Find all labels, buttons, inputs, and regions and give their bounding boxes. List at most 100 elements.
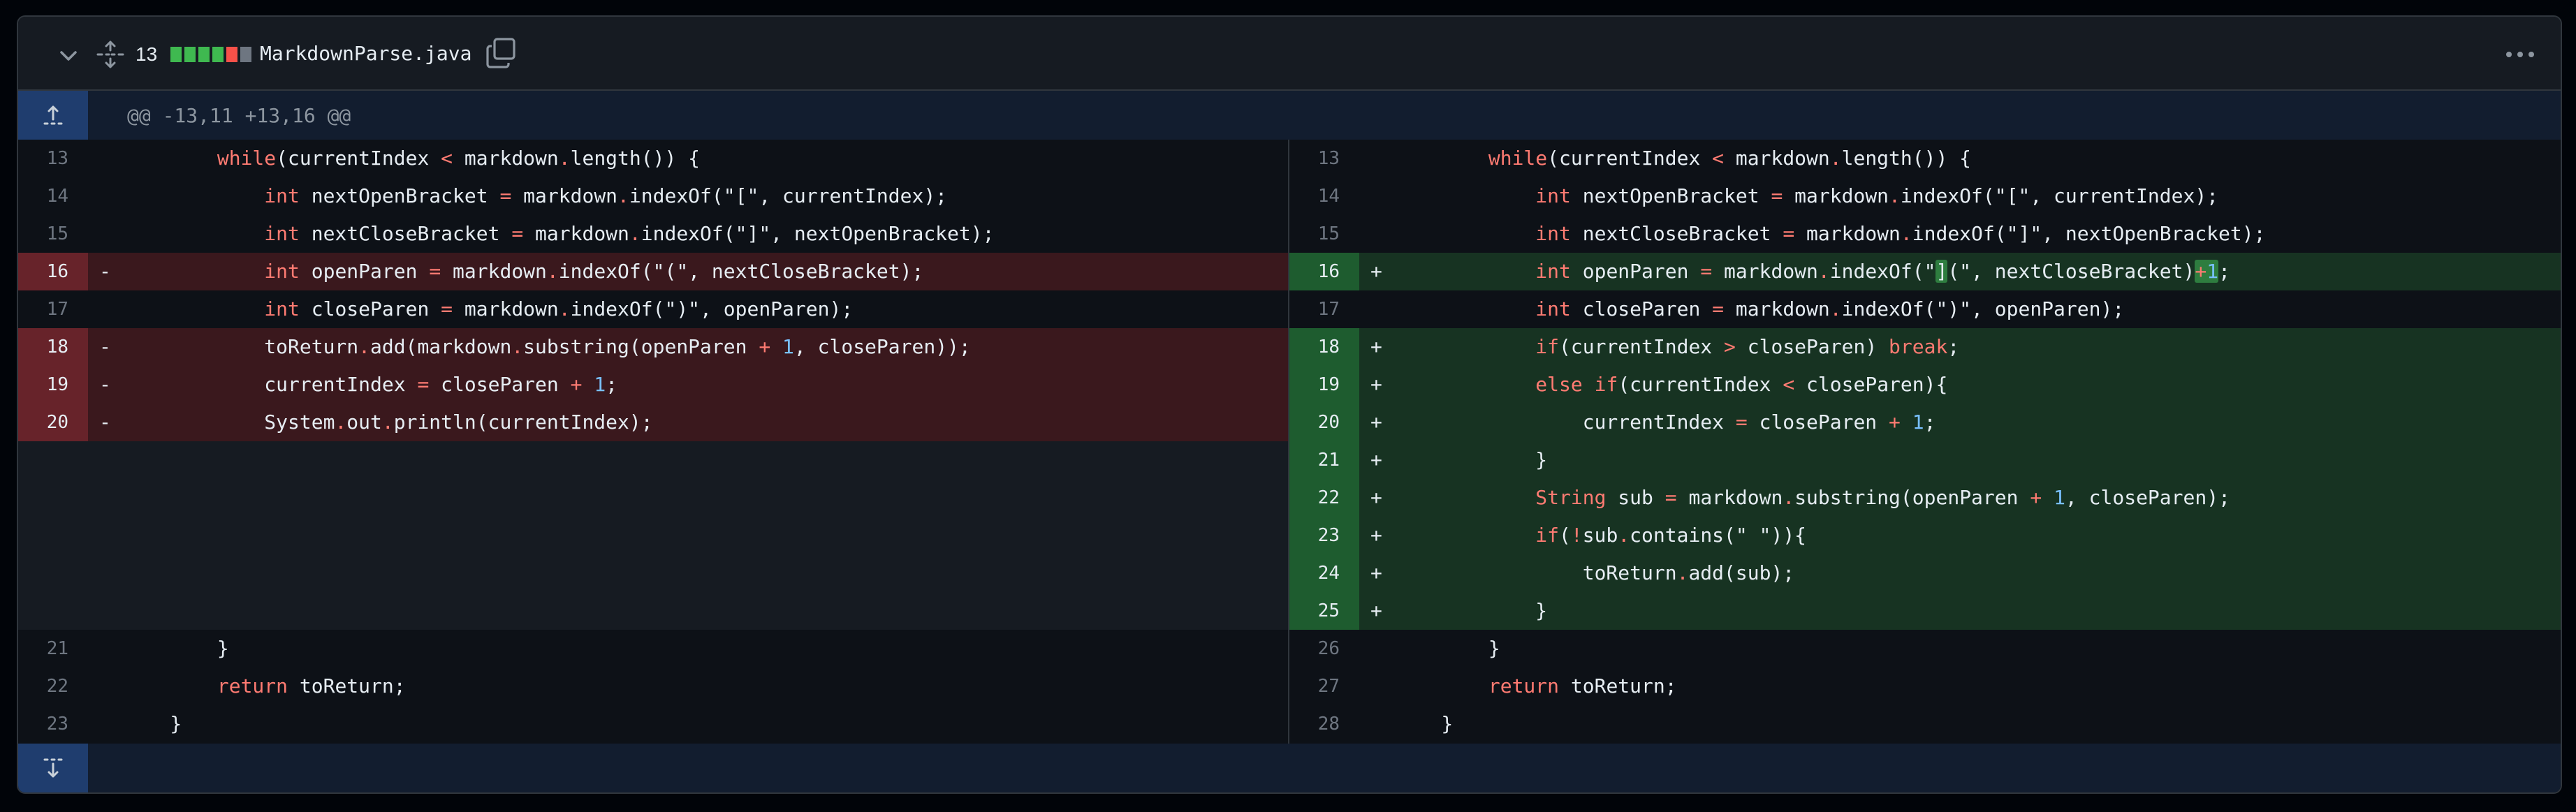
diff-line[interactable]: 28 } — [1289, 705, 2561, 743]
diff-line[interactable]: 26 } — [1289, 630, 2561, 667]
diff-line[interactable]: 23 + if(!sub.contains(" ")){ — [1289, 517, 2561, 554]
diff-line[interactable]: 22 + String sub = markdown.substring(open… — [1289, 479, 2561, 517]
diff-marker — [99, 177, 120, 215]
line-number[interactable]: 13 — [18, 140, 88, 177]
diff-line[interactable]: 20 + currentIndex = closeParen + 1; — [1289, 404, 2561, 441]
diff-marker: - — [99, 373, 111, 396]
diff-line[interactable]: 18 + if(currentIndex > closeParen) break; — [1289, 328, 2561, 366]
diff-line[interactable]: 18- toReturn.add(markdown.substring(open… — [18, 328, 1288, 366]
diff-marker: + — [1370, 335, 1382, 358]
code-text: int nextCloseBracket = markdown.indexOf(… — [1535, 222, 2266, 245]
expand-down-button[interactable] — [18, 744, 88, 792]
diff-line[interactable]: 23 } — [18, 705, 1288, 743]
code-text: toReturn.add(markdown.substring(openPare… — [123, 335, 971, 358]
line-number[interactable]: 16 — [18, 253, 88, 290]
chevron-down-icon[interactable] — [54, 42, 82, 70]
line-number[interactable]: 19 — [1289, 366, 1359, 404]
code-text: currentIndex = closeParen + 1; — [123, 373, 618, 396]
diffstat-block — [184, 47, 196, 62]
line-number[interactable]: 19 — [18, 366, 88, 404]
empty-diff-block — [18, 441, 1288, 630]
line-number[interactable]: 22 — [1289, 479, 1359, 517]
line-number[interactable]: 15 — [1289, 215, 1359, 253]
diff-line[interactable]: 13 while(currentIndex < markdown.length(… — [18, 140, 1288, 177]
diff-line[interactable]: 19 + else if(currentIndex < closeParen){ — [1289, 366, 2561, 404]
line-number[interactable]: 17 — [18, 290, 88, 328]
diff-line[interactable]: 21 + } — [1289, 441, 2561, 479]
diff-marker: + — [1370, 448, 1382, 471]
diff-line[interactable]: 16- int openParen = markdown.indexOf("("… — [18, 253, 1288, 290]
diff-marker: + — [1370, 373, 1382, 396]
code-text: String sub = markdown.substring(openPare… — [1535, 486, 2230, 509]
diffstat-block — [198, 47, 210, 62]
diff-line[interactable]: 19- currentIndex = closeParen + 1; — [18, 366, 1288, 404]
line-number[interactable]: 23 — [18, 705, 88, 743]
line-number[interactable]: 26 — [1289, 630, 1359, 667]
line-number[interactable]: 28 — [1289, 705, 1359, 743]
kebab-horizontal-icon[interactable] — [2501, 38, 2540, 71]
diff-line[interactable]: 27 return toReturn; — [1289, 667, 2561, 705]
code-text: while(currentIndex < markdown.length()) … — [217, 147, 701, 170]
line-number[interactable]: 27 — [1289, 667, 1359, 705]
line-number[interactable]: 25 — [1289, 592, 1359, 630]
line-number[interactable]: 20 — [1289, 404, 1359, 441]
line-number[interactable]: 18 — [1289, 328, 1359, 366]
diff-line[interactable]: 15 int nextCloseBracket = markdown.index… — [18, 215, 1288, 253]
diff-line[interactable]: 14 int nextOpenBracket = markdown.indexO… — [18, 177, 1288, 215]
line-number[interactable]: 18 — [18, 328, 88, 366]
change-count: 13 — [136, 43, 158, 65]
diff-line[interactable]: 20- System.out.println(currentIndex); — [18, 404, 1288, 441]
line-number[interactable]: 15 — [18, 215, 88, 253]
diff-marker — [1370, 140, 1391, 177]
line-number[interactable]: 21 — [18, 630, 88, 667]
code-text: int closeParen = markdown.indexOf(")", o… — [264, 297, 854, 320]
code-text: } — [1394, 448, 1548, 471]
line-number[interactable]: 20 — [18, 404, 88, 441]
line-number[interactable]: 24 — [1289, 554, 1359, 592]
expand-up-button[interactable] — [18, 91, 88, 140]
diff-marker: - — [99, 335, 111, 358]
code-text: if(!sub.contains(" ")){ — [1535, 524, 1807, 547]
diff-marker — [99, 705, 120, 743]
diff-line[interactable]: 14 int nextOpenBracket = markdown.indexO… — [1289, 177, 2561, 215]
file-name-link[interactable]: MarkdownParse.java — [260, 36, 471, 70]
diff-line[interactable]: 15 int nextCloseBracket = markdown.index… — [1289, 215, 2561, 253]
line-number[interactable]: 21 — [1289, 441, 1359, 479]
line-number[interactable]: 17 — [1289, 290, 1359, 328]
diff-marker: + — [1370, 411, 1382, 434]
diff-marker — [1370, 630, 1391, 667]
line-number[interactable]: 16 — [1289, 253, 1359, 290]
line-number[interactable]: 13 — [1289, 140, 1359, 177]
diffstat-block — [226, 47, 237, 62]
line-number[interactable]: 22 — [18, 667, 88, 705]
code-text: while(currentIndex < markdown.length()) … — [1488, 147, 1972, 170]
code-text: else if(currentIndex < closeParen){ — [1535, 373, 1948, 396]
unfold-icon[interactable] — [94, 38, 127, 71]
diffstat-block — [170, 47, 182, 62]
bottom-expand-row — [18, 744, 2561, 792]
diff-line[interactable]: 22 return toReturn; — [18, 667, 1288, 705]
diff-line[interactable]: 13 while(currentIndex < markdown.length(… — [1289, 140, 2561, 177]
diffstat-block — [240, 47, 251, 62]
diff-line[interactable]: 17 int closeParen = markdown.indexOf(")"… — [1289, 290, 2561, 328]
diff-line[interactable]: 16 + int openParen = markdown.indexOf("](… — [1289, 253, 2561, 290]
diff-line[interactable]: 25 + } — [1289, 592, 2561, 630]
code-text: toReturn.add(sub); — [1394, 561, 1795, 584]
line-number[interactable]: 14 — [18, 177, 88, 215]
code-text: System.out.println(currentIndex); — [123, 411, 653, 434]
diff-line[interactable]: 21 } — [18, 630, 1288, 667]
line-number[interactable]: 14 — [1289, 177, 1359, 215]
diff-marker — [99, 630, 120, 667]
line-number[interactable]: 23 — [1289, 517, 1359, 554]
diff-line[interactable]: 17 int closeParen = markdown.indexOf(")"… — [18, 290, 1288, 328]
diffstat-bar — [170, 46, 251, 63]
diff-marker: - — [99, 411, 111, 434]
code-text: } — [123, 712, 182, 735]
code-text: } — [123, 637, 229, 660]
code-text: int closeParen = markdown.indexOf(")", o… — [1535, 297, 2125, 320]
copy-icon[interactable] — [483, 35, 520, 71]
code-text: int openParen = markdown.indexOf("(", ne… — [264, 260, 924, 283]
diff-line[interactable]: 24 + toReturn.add(sub); — [1289, 554, 2561, 592]
expand-down-icon — [43, 758, 63, 778]
code-text: int openParen = markdown.indexOf("](", n… — [1535, 260, 2230, 283]
